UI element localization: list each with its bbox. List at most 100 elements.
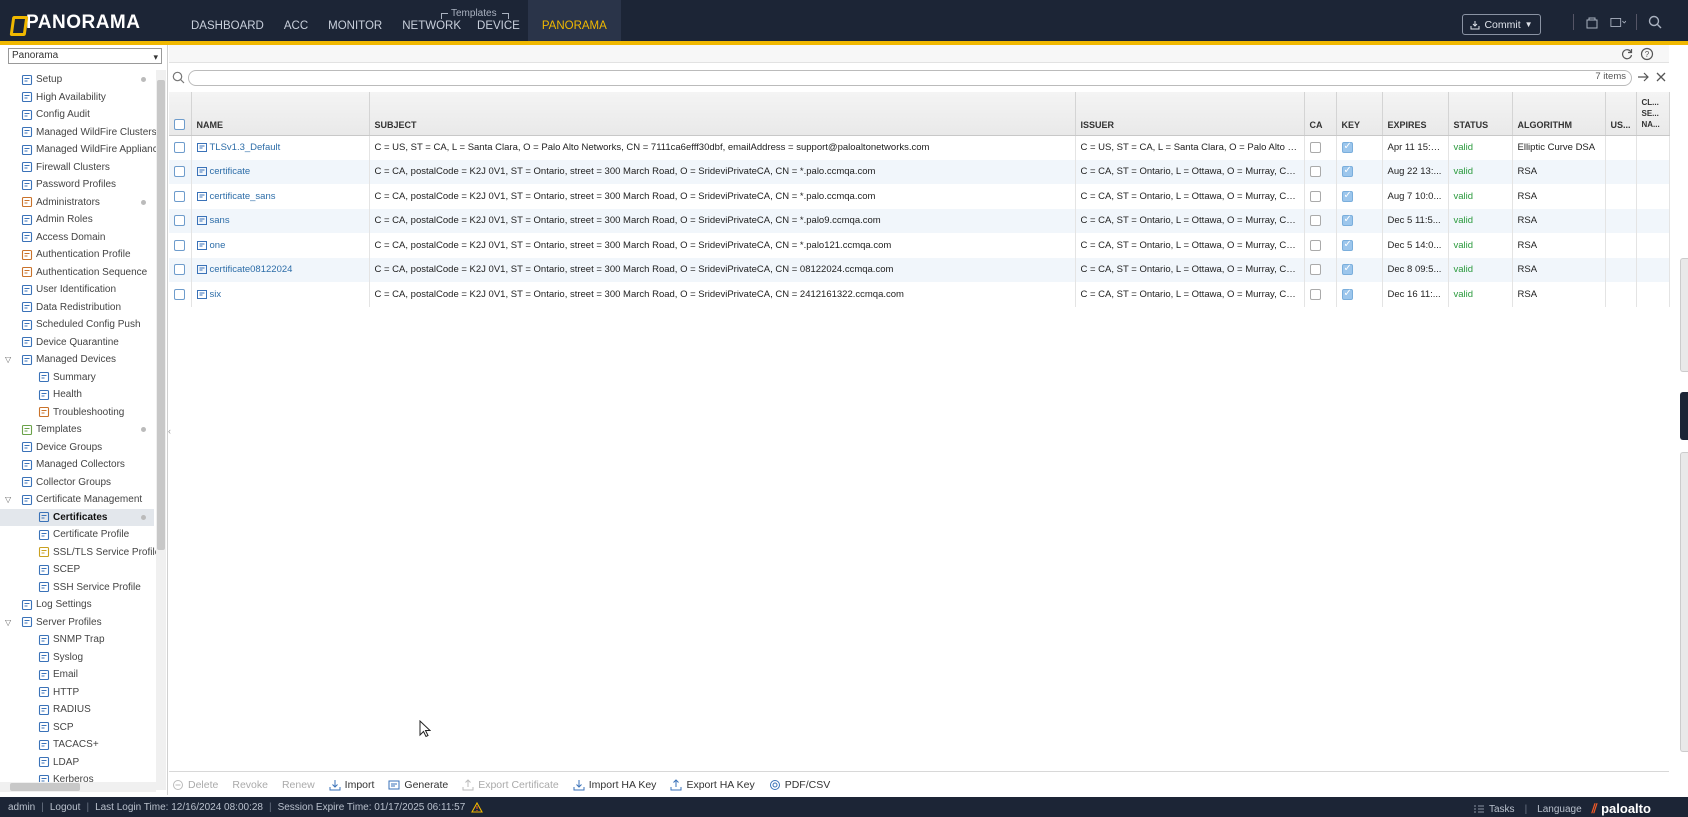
cert-name-link[interactable]: one [210,240,226,251]
sidebar-item-ldap[interactable]: LDAP [0,754,154,771]
column-header-cluster-service-name[interactable]: CL... SE... NA... [1636,92,1670,136]
cert-name-cell[interactable]: TLSv1.3_Default [191,135,370,160]
sidebar-item-radius[interactable]: RADIUS [0,701,154,718]
sidebar-item-admin-roles[interactable]: Admin Roles [0,211,154,228]
expand-toggle-icon[interactable]: ▽ [5,355,11,364]
sidebar-item-user-identification[interactable]: User Identification [0,281,154,298]
cert-name-cell[interactable]: certificate08122024 [191,257,370,282]
column-header-issuer[interactable]: ISSUER [1075,92,1305,136]
sidebar-item-managed-wildfire-clusters[interactable]: Managed WildFire Clusters [0,124,156,141]
table-row[interactable]: sans C = CA, postalCode = K2J 0V1, ST = O… [169,208,1670,233]
row-checkbox[interactable] [174,215,185,227]
sidebar-item-summary[interactable]: Summary [0,369,154,386]
cert-name-link[interactable]: certificate08122024 [210,264,293,275]
column-header-usage[interactable]: US... [1605,92,1637,136]
row-checkbox[interactable] [174,288,185,300]
sidebar-item-tacacs[interactable]: TACACS+ [0,736,154,753]
sidebar-item-scheduled-config-push[interactable]: Scheduled Config Push [0,316,154,333]
sidebar-item-ssh-service-profile[interactable]: SSH Service Profile [0,579,154,596]
config-menu-icon[interactable] [1610,14,1626,30]
sidebar-item-managed-collectors[interactable]: Managed Collectors [0,456,154,473]
row-checkbox[interactable] [174,141,185,153]
sidebar-item-certificates[interactable]: Certificates [0,508,154,526]
sidebar-item-device-quarantine[interactable]: Device Quarantine [0,334,154,351]
export-certificate-button[interactable]: Export Certificate [462,779,559,791]
sidebar-vertical-scrollbar[interactable] [156,70,166,790]
sidebar-item-scep[interactable]: SCEP [0,561,154,578]
row-checkbox[interactable] [174,166,185,178]
export-ha-key-button[interactable]: Export HA Key [670,779,755,791]
sidebar-item-setup[interactable]: Setup [0,71,154,88]
panel-divider[interactable] [167,45,168,795]
logout-link[interactable]: Logout [50,802,81,813]
refresh-icon[interactable] [1620,47,1634,61]
sidebar-item-log-settings[interactable]: Log Settings [0,596,154,613]
tasks-button[interactable]: Tasks [1473,804,1515,815]
scroll-thumb[interactable] [10,783,80,791]
table-row[interactable]: one C = CA, postalCode = K2J 0V1, ST = On… [169,233,1670,258]
sidebar-item-email[interactable]: Email [0,666,154,683]
clear-filter-icon[interactable] [1654,70,1668,84]
apply-filter-arrow-icon[interactable] [1636,70,1650,84]
cert-name-link[interactable]: TLSv1.3_Default [210,142,281,153]
sidebar-item-troubleshooting[interactable]: Troubleshooting [0,404,154,421]
cert-name-cell[interactable]: certificate_sans [191,184,370,209]
generate-button[interactable]: Generate [388,779,448,791]
renew-button[interactable]: Renew [282,779,315,791]
column-header-key[interactable]: KEY [1336,92,1383,136]
side-panel-tab[interactable] [1680,258,1688,372]
cert-name-link[interactable]: six [210,289,222,300]
sidebar-item-managed-devices[interactable]: ▽ Managed Devices [0,351,154,368]
tab-monitor[interactable]: MONITOR [320,0,390,42]
cert-name-cell[interactable]: certificate [191,159,370,184]
sidebar-item-certificate-management[interactable]: ▽ Certificate Management [0,491,154,508]
warning-icon[interactable] [471,802,484,813]
collapse-panel-icon[interactable]: ‹ [168,426,171,436]
tab-acc[interactable]: ACC [276,0,316,42]
cert-name-cell[interactable]: sans [191,208,370,233]
sidebar-item-snmp-trap[interactable]: SNMP Trap [0,631,154,648]
sidebar-item-config-audit[interactable]: Config Audit [0,106,154,123]
column-header-status[interactable]: STATUS [1448,92,1513,136]
select-all-checkbox[interactable] [174,118,185,130]
cert-name-cell[interactable]: six [191,282,370,307]
sidebar-item-access-domain[interactable]: Access Domain [0,229,154,246]
tab-network[interactable]: NETWORK [394,0,469,42]
table-row[interactable]: certificate08122024 C = CA, postalCode = … [169,257,1670,282]
cert-name-cell[interactable]: one [191,233,370,258]
sidebar-item-high-availability[interactable]: High Availability [0,89,154,106]
filter-input[interactable] [188,70,1632,86]
tab-dashboard[interactable]: DASHBOARD [183,0,272,42]
column-header-subject[interactable]: SUBJECT [369,92,1076,136]
sidebar-item-server-profiles[interactable]: ▽ Server Profiles [0,614,154,631]
sidebar-item-data-redistribution[interactable]: Data Redistribution [0,299,154,316]
table-row[interactable]: certificate C = CA, postalCode = K2J 0V1,… [169,159,1670,184]
column-header-expires[interactable]: EXPIRES [1382,92,1449,136]
import-button[interactable]: Import [329,779,374,791]
pdf-csv-button[interactable]: PDF/CSV [769,779,830,791]
tab-panorama[interactable]: PANORAMA [527,0,621,42]
sidebar-item-templates[interactable]: Templates [0,421,154,438]
sidebar-item-authentication-profile[interactable]: Authentication Profile [0,246,154,263]
row-checkbox[interactable] [174,239,185,251]
row-checkbox[interactable] [174,264,185,276]
sidebar-item-http[interactable]: HTTP [0,684,154,701]
column-header-name[interactable]: NAME [191,92,370,136]
import-ha-key-button[interactable]: Import HA Key [573,779,656,791]
sidebar-item-device-groups[interactable]: Device Groups [0,439,154,456]
tab-device[interactable]: DEVICE [469,0,528,42]
sidebar-item-health[interactable]: Health [0,386,154,403]
sidebar-item-managed-wildfire-applianc[interactable]: Managed WildFire Applianc [0,141,156,158]
sidebar-item-syslog[interactable]: Syslog [0,649,154,666]
cert-name-link[interactable]: sans [210,215,230,226]
side-panel-tab[interactable] [1680,452,1688,752]
expand-toggle-icon[interactable]: ▽ [5,495,11,504]
commit-button[interactable]: Commit ▼ [1462,14,1541,35]
search-icon[interactable] [1647,14,1663,30]
scroll-thumb[interactable] [157,80,165,550]
column-header-algorithm[interactable]: ALGORITHM [1512,92,1606,136]
sidebar-item-scp[interactable]: SCP [0,719,154,736]
side-panel-tab[interactable] [1680,392,1688,440]
panorama-logo[interactable]: PANORAMA [10,12,140,34]
sidebar-horizontal-scrollbar[interactable] [0,782,156,792]
